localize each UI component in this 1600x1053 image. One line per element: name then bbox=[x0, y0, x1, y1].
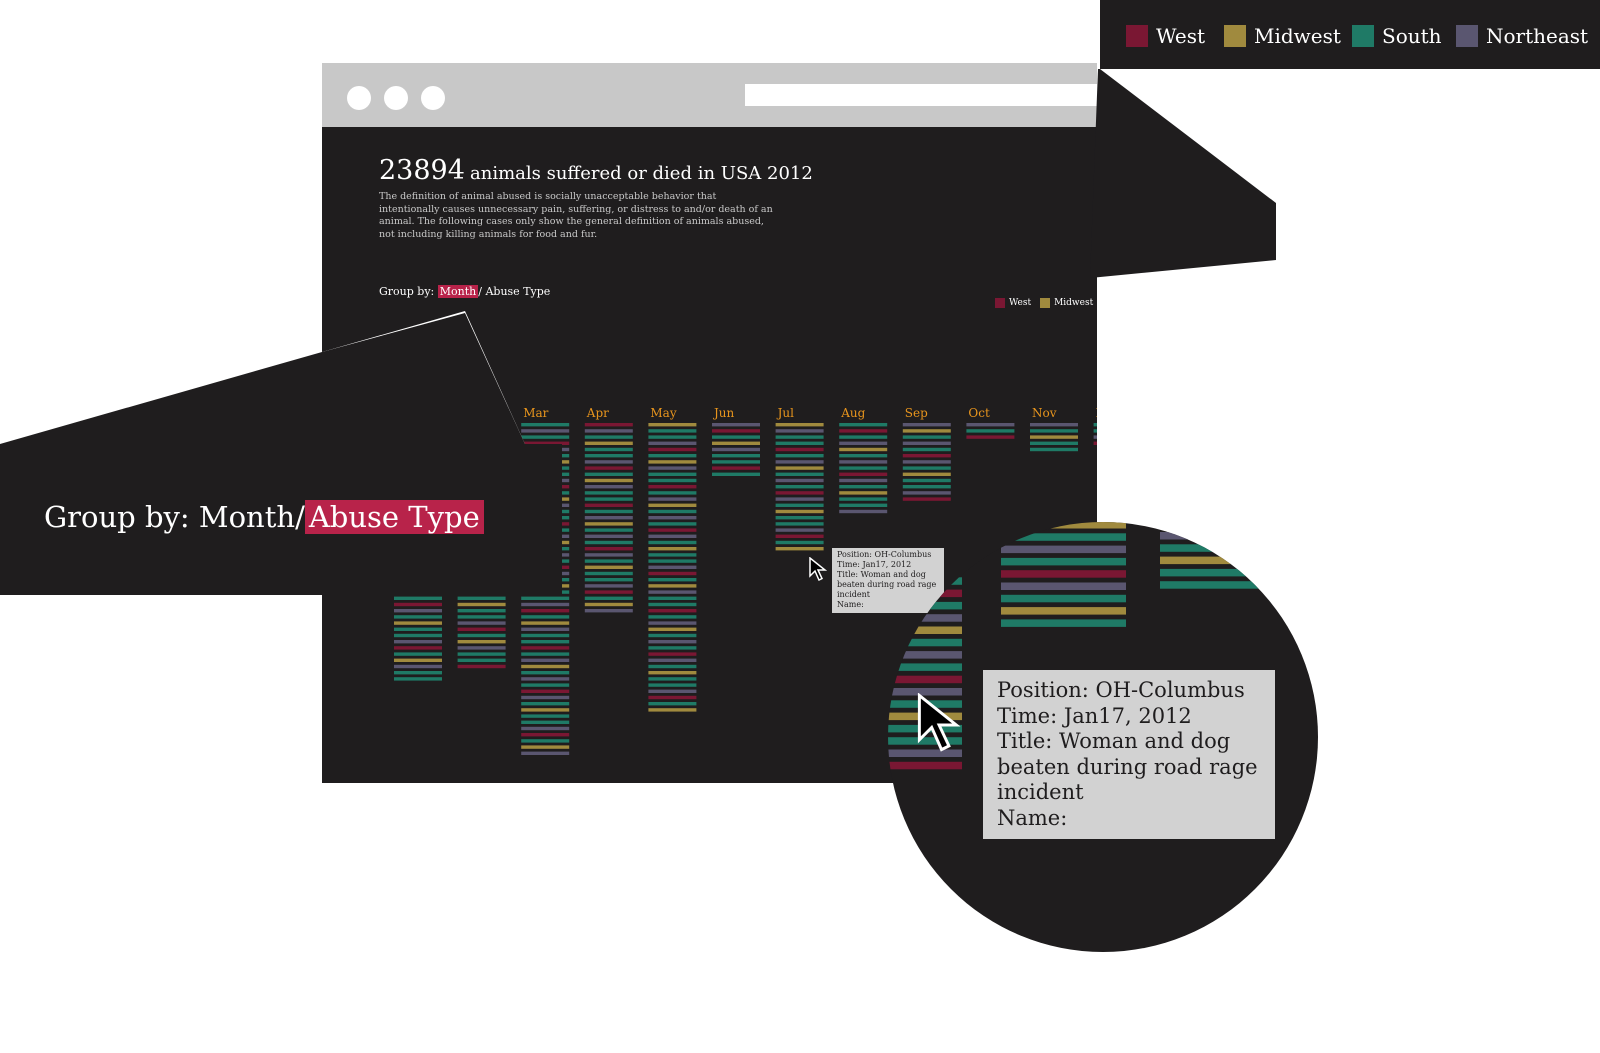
group-by-callout-label: Group by: bbox=[44, 500, 190, 534]
magnified-case-bar bbox=[888, 626, 962, 634]
magnified-case-bar bbox=[1001, 570, 1126, 578]
magnified-case-bar bbox=[1160, 568, 1300, 577]
tooltip-magnified-title: Title: Woman and dog beaten during road … bbox=[997, 729, 1258, 805]
legend-callout: West Midwest South Northeast bbox=[1100, 0, 1600, 69]
tooltip-magnified-position: Position: OH-Columbus bbox=[997, 678, 1245, 702]
legend-large-swatch-midwest bbox=[1224, 25, 1246, 47]
mouse-pointer-magnified-icon bbox=[917, 693, 961, 752]
legend-callout-tail bbox=[1090, 69, 1276, 278]
legend-large-swatch-northeast bbox=[1456, 25, 1478, 47]
magnified-case-bar bbox=[1001, 533, 1126, 541]
magnified-case-bar bbox=[888, 663, 962, 671]
legend-large-item-midwest: Midwest bbox=[1224, 24, 1341, 48]
group-by-callout-tail bbox=[0, 313, 525, 444]
magnified-case-bar bbox=[1160, 532, 1300, 540]
magnified-case-bar bbox=[888, 589, 962, 598]
legend-large-swatch-west bbox=[1126, 25, 1148, 47]
legend-large-swatch-south bbox=[1352, 25, 1374, 47]
magnified-case-bar bbox=[888, 638, 962, 647]
magnified-case-bar bbox=[888, 614, 962, 622]
magnified-case-bar bbox=[1001, 607, 1126, 615]
legend-large-label-west: West bbox=[1156, 24, 1206, 48]
magnified-case-bar bbox=[1160, 544, 1300, 552]
group-by-callout-month-option[interactable]: Month bbox=[199, 500, 295, 534]
legend-large-label-south: South bbox=[1382, 24, 1442, 48]
magnified-case-bar bbox=[1001, 619, 1126, 627]
legend-large-item-west: West bbox=[1126, 24, 1205, 48]
magnified-case-bar bbox=[1001, 522, 1126, 529]
magnified-case-bar bbox=[888, 675, 962, 684]
magnified-case-bar bbox=[888, 577, 962, 585]
group-by-callout-separator: / bbox=[295, 500, 305, 534]
magnified-case-bar bbox=[1001, 582, 1126, 590]
magnified-case-bar bbox=[1160, 581, 1300, 589]
magnified-case-bar bbox=[1001, 557, 1126, 566]
group-by-callout: Group by: Month/Abuse Type bbox=[44, 500, 484, 534]
case-tooltip-magnified: Position: OH-Columbus Time: Jan17, 2012 … bbox=[983, 670, 1275, 839]
legend-large-label-northeast: Northeast bbox=[1486, 24, 1589, 48]
magnified-case-bar bbox=[888, 651, 962, 659]
magnified-case-bar bbox=[1001, 545, 1126, 554]
group-by-callout-abuse-type-option[interactable]: Abuse Type bbox=[304, 500, 484, 534]
legend-large-item-south: South bbox=[1352, 24, 1442, 48]
legend-large-item-northeast: Northeast bbox=[1456, 24, 1588, 48]
legend-large-label-midwest: Midwest bbox=[1254, 24, 1341, 48]
tooltip-magnified-name: Name: bbox=[997, 805, 1068, 830]
magnified-case-bar bbox=[888, 565, 962, 573]
magnified-case-bar bbox=[1160, 556, 1300, 565]
magnified-case-bar bbox=[888, 601, 962, 610]
magnified-case-bar bbox=[1001, 594, 1126, 603]
tooltip-magnified-time: Time: Jan17, 2012 bbox=[997, 703, 1192, 728]
magnified-case-bar bbox=[888, 761, 962, 770]
